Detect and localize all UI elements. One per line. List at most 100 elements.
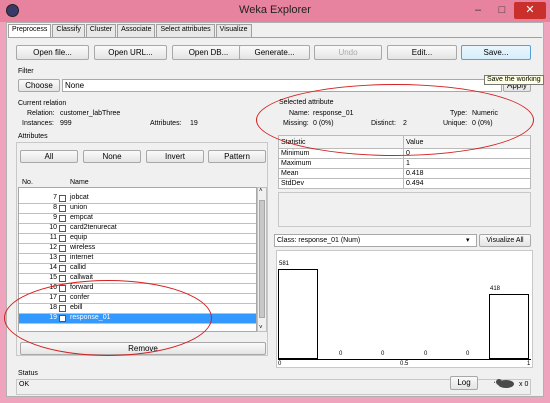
visualize-all-button[interactable]: Visualize All bbox=[479, 234, 531, 247]
list-item[interactable]: 16 forward bbox=[19, 284, 256, 294]
axis-max-label: 1 bbox=[527, 361, 531, 367]
attribute-name: card2tenurecat bbox=[70, 224, 117, 231]
attribute-checkbox[interactable] bbox=[59, 265, 66, 272]
attribute-checkbox[interactable] bbox=[59, 195, 66, 202]
attribute-name: union bbox=[70, 204, 88, 211]
tab-preprocess[interactable]: Preprocess bbox=[8, 24, 52, 38]
attribute-number: 12 bbox=[49, 244, 57, 251]
list-item[interactable]: 13 internet bbox=[19, 254, 256, 264]
scroll-up-icon[interactable]: ˄ bbox=[259, 188, 263, 194]
relation-value: customer_labThree bbox=[60, 110, 121, 117]
dropdown-arrow-icon[interactable]: ▾ bbox=[466, 236, 470, 244]
attribute-checkbox[interactable] bbox=[59, 215, 66, 222]
select-all-button[interactable]: All bbox=[20, 150, 78, 163]
list-item[interactable]: 8 union bbox=[19, 204, 256, 214]
attribute-number: 17 bbox=[49, 294, 57, 301]
list-item[interactable]: 15 callwait bbox=[19, 274, 256, 284]
maximize-button[interactable]: □ bbox=[490, 2, 514, 19]
axis-mid-label: 0.5 bbox=[400, 361, 409, 367]
attribute-name: empcat bbox=[70, 214, 93, 221]
open-file-button[interactable]: Open file... bbox=[16, 45, 89, 60]
attribute-number: 19 bbox=[49, 314, 57, 321]
attribute-checkbox[interactable] bbox=[59, 235, 66, 242]
pattern-button[interactable]: Pattern bbox=[208, 150, 266, 163]
minimize-button[interactable]: – bbox=[466, 2, 490, 19]
attribute-name: equip bbox=[70, 234, 88, 241]
attribute-checkbox[interactable] bbox=[59, 285, 66, 292]
list-item[interactable]: 17 confer bbox=[19, 294, 256, 304]
instances-value: 999 bbox=[60, 120, 72, 127]
generate-button[interactable]: Generate... bbox=[239, 45, 310, 60]
list-item[interactable]: 7 jobcat bbox=[19, 194, 256, 204]
weka-bird-icon bbox=[494, 379, 514, 388]
axis-min-label: 0 bbox=[278, 361, 282, 367]
list-item[interactable]: 18 ebill bbox=[19, 304, 256, 314]
attributes-section-label: Attributes bbox=[18, 133, 48, 140]
stat-name: Minimum bbox=[278, 148, 404, 159]
undo-button[interactable]: Undo bbox=[314, 45, 382, 60]
attributes-count-value: 19 bbox=[190, 120, 198, 127]
edit-button[interactable]: Edit... bbox=[387, 45, 457, 60]
list-item[interactable]: 11 equip bbox=[19, 234, 256, 244]
log-button[interactable]: Log bbox=[450, 376, 478, 390]
stat-value: 0.418 bbox=[403, 168, 531, 179]
column-header-no: No. bbox=[22, 179, 33, 186]
tab-select-attributes[interactable]: Select attributes bbox=[156, 24, 215, 37]
select-none-button[interactable]: None bbox=[83, 150, 141, 163]
filter-field[interactable]: None bbox=[62, 79, 502, 92]
attribute-number: 9 bbox=[53, 214, 57, 221]
attribute-number: 10 bbox=[49, 224, 57, 231]
list-item[interactable]: 12 wireless bbox=[19, 244, 256, 254]
attribute-list: 7 jobcat 8 union 9 empcat 10 card2tenurecat … bbox=[18, 187, 257, 332]
attribute-checkbox[interactable] bbox=[59, 225, 66, 232]
stat-name: Maximum bbox=[278, 158, 404, 169]
attributes-count-label: Attributes: bbox=[150, 120, 182, 127]
tab-cluster[interactable]: Cluster bbox=[85, 24, 117, 37]
attribute-checkbox[interactable] bbox=[59, 295, 66, 302]
choose-filter-button[interactable]: Choose bbox=[18, 79, 60, 92]
scroll-down-icon[interactable]: ˅ bbox=[259, 325, 263, 331]
tab-visualize[interactable]: Visualize bbox=[215, 24, 252, 37]
instances-label: Instances: bbox=[22, 120, 54, 127]
tab-associate[interactable]: Associate bbox=[117, 24, 156, 37]
list-item[interactable]: 14 callid bbox=[19, 264, 256, 274]
attribute-checkbox[interactable] bbox=[59, 245, 66, 252]
filter-section-label: Filter bbox=[18, 68, 34, 75]
invert-selection-button[interactable]: Invert bbox=[146, 150, 204, 163]
list-item-selected[interactable]: 19 response_01 bbox=[19, 314, 256, 324]
attribute-number: 7 bbox=[53, 194, 57, 201]
attribute-number: 11 bbox=[49, 234, 57, 241]
scrollbar-thumb[interactable] bbox=[259, 200, 265, 318]
attribute-checkbox[interactable] bbox=[59, 255, 66, 262]
stat-name: Mean bbox=[278, 168, 404, 179]
stat-value: 0.494 bbox=[403, 178, 531, 189]
status-text: OK bbox=[19, 381, 30, 388]
list-item[interactable]: 9 empcat bbox=[19, 214, 256, 224]
attribute-name: jobcat bbox=[70, 194, 89, 201]
remove-button[interactable]: Remove bbox=[20, 342, 266, 355]
stat-header-statistic: Statistic bbox=[278, 135, 404, 149]
open-url-button[interactable]: Open URL... bbox=[94, 45, 167, 60]
distinct-value: 2 bbox=[403, 120, 407, 127]
list-item[interactable]: 10 card2tenurecat bbox=[19, 224, 256, 234]
attribute-list-scrollbar[interactable]: ˄ ˅ bbox=[257, 187, 267, 332]
attribute-checkbox[interactable] bbox=[59, 275, 66, 282]
class-select[interactable]: Class: response_01 (Num) bbox=[274, 234, 477, 247]
attribute-number: 15 bbox=[49, 274, 57, 281]
task-count: x 0 bbox=[519, 381, 529, 388]
attribute-checkbox[interactable] bbox=[59, 315, 66, 322]
statistics-panel-empty bbox=[278, 192, 531, 227]
attribute-checkbox[interactable] bbox=[59, 305, 66, 312]
histogram-bar-label: 0 bbox=[424, 351, 428, 357]
tab-classify[interactable]: Classify bbox=[52, 24, 85, 37]
save-button[interactable]: Save... bbox=[461, 45, 531, 60]
open-db-button[interactable]: Open DB... bbox=[172, 45, 245, 60]
close-button[interactable]: ✕ bbox=[514, 2, 546, 19]
histogram-bar bbox=[489, 294, 529, 359]
attribute-name: internet bbox=[70, 254, 94, 261]
status-section-label: Status bbox=[18, 370, 38, 377]
tab-divider bbox=[8, 37, 542, 38]
histogram-axis bbox=[278, 359, 531, 360]
attribute-checkbox[interactable] bbox=[59, 205, 66, 212]
statistics-table: Statistic Value Minimum 0 Maximum 1 Mean 0.4… bbox=[278, 135, 531, 189]
